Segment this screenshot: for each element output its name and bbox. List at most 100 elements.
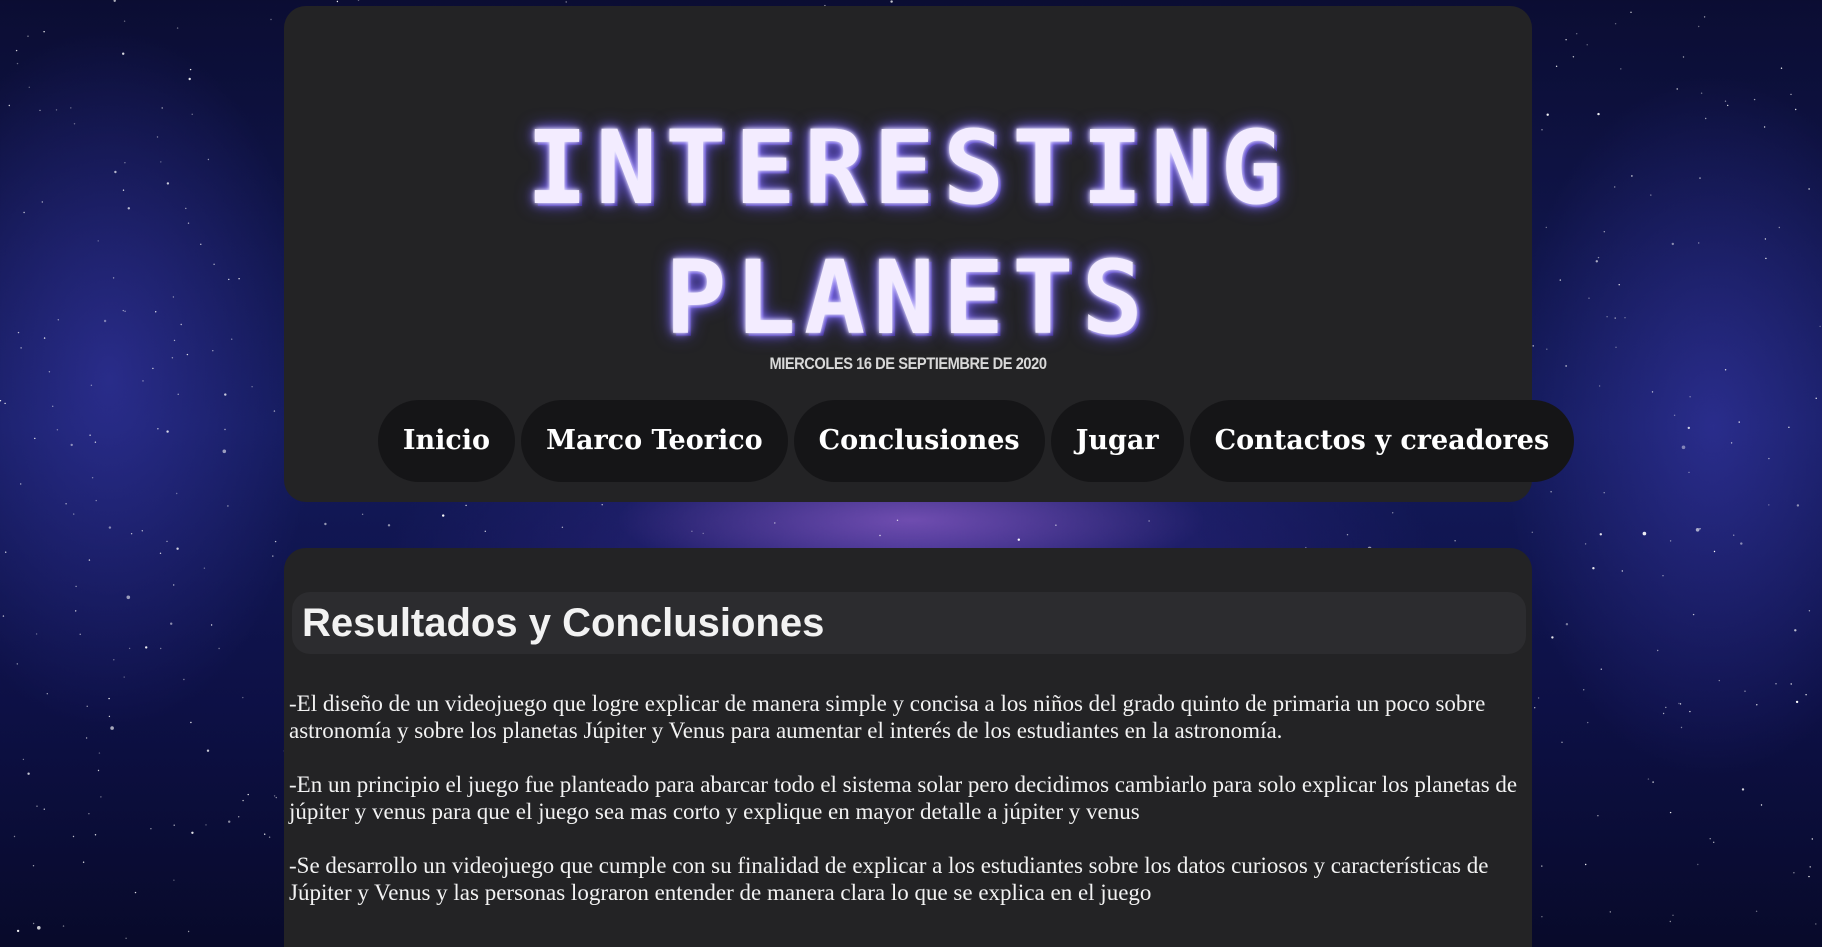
star — [1662, 712, 1665, 715]
star — [82, 861, 85, 863]
star — [141, 530, 143, 532]
star — [1780, 67, 1783, 69]
star — [1642, 531, 1647, 536]
star — [1545, 226, 1548, 229]
star — [126, 595, 131, 600]
star — [97, 769, 100, 772]
star — [336, 0, 339, 3]
nav-item-conclusiones[interactable]: Conclusiones — [793, 400, 1045, 482]
star — [273, 410, 276, 412]
star — [1727, 104, 1729, 107]
star — [5, 551, 7, 553]
star — [1681, 445, 1686, 450]
star — [1689, 710, 1691, 713]
star — [152, 367, 154, 370]
star — [1651, 391, 1654, 393]
star — [1805, 694, 1807, 696]
star — [274, 540, 277, 543]
star — [43, 808, 45, 810]
star — [173, 584, 175, 586]
star — [124, 162, 126, 164]
star — [157, 428, 159, 430]
star — [1699, 177, 1701, 179]
star — [72, 835, 75, 838]
star — [187, 930, 190, 933]
conclusion-paragraph-1: -El diseño de un videojuego que logre ex… — [289, 691, 1486, 743]
star — [275, 796, 277, 799]
star — [1603, 492, 1605, 494]
star — [1744, 690, 1746, 692]
star — [1713, 550, 1716, 553]
star — [28, 86, 30, 89]
star — [1697, 863, 1699, 866]
star — [1669, 920, 1672, 923]
nav-item-jugar[interactable]: Jugar — [1050, 400, 1184, 482]
nav-item-contactos-y-creadores[interactable]: Contactos y creadores — [1189, 400, 1575, 482]
star — [1678, 702, 1680, 705]
star — [166, 540, 168, 543]
section-title: Resultados y Conclusiones — [302, 601, 825, 645]
star — [145, 646, 148, 649]
star — [1541, 916, 1543, 918]
star — [1576, 33, 1578, 35]
star — [43, 31, 45, 33]
star — [16, 62, 19, 65]
star — [1709, 838, 1711, 840]
star — [35, 633, 38, 635]
star — [70, 443, 73, 447]
star — [91, 477, 94, 479]
star — [1588, 297, 1590, 299]
star — [242, 696, 244, 699]
star — [55, 109, 58, 111]
star — [484, 530, 486, 532]
star — [46, 693, 48, 695]
star — [691, 530, 693, 532]
star — [270, 18, 272, 21]
star — [155, 311, 157, 313]
star — [1595, 260, 1599, 263]
star — [0, 400, 2, 402]
star — [176, 547, 179, 550]
star — [1713, 841, 1715, 843]
star — [1730, 442, 1733, 444]
nav-item-marco-teorico[interactable]: Marco Teorico — [521, 400, 788, 482]
star — [39, 109, 41, 112]
star — [1546, 348, 1548, 350]
star — [1600, 668, 1603, 670]
star — [123, 676, 125, 678]
star — [1565, 365, 1567, 367]
star — [1676, 88, 1678, 90]
star — [231, 338, 233, 340]
star — [8, 104, 10, 107]
star — [1689, 396, 1691, 398]
star — [1597, 256, 1600, 259]
star — [1703, 16, 1706, 18]
star — [1537, 697, 1540, 699]
star — [242, 799, 244, 802]
star — [1819, 325, 1821, 328]
star — [34, 437, 36, 440]
star — [387, 524, 391, 527]
star — [2, 615, 5, 617]
star — [251, 386, 253, 388]
star — [1765, 257, 1767, 260]
star — [17, 331, 20, 334]
star — [1808, 610, 1811, 612]
star — [1753, 98, 1756, 101]
star — [1017, 538, 1020, 541]
star — [122, 189, 125, 191]
star — [206, 749, 210, 752]
star — [171, 357, 174, 359]
star — [1650, 194, 1652, 196]
star — [247, 793, 249, 796]
star — [1631, 175, 1633, 177]
star — [1679, 703, 1682, 705]
star — [122, 52, 125, 55]
star — [1614, 186, 1616, 188]
nav-item-inicio[interactable]: Inicio — [377, 400, 516, 482]
star — [170, 622, 173, 625]
star — [1778, 226, 1781, 229]
star — [1614, 317, 1616, 319]
star — [79, 633, 81, 635]
star — [1672, 914, 1674, 916]
